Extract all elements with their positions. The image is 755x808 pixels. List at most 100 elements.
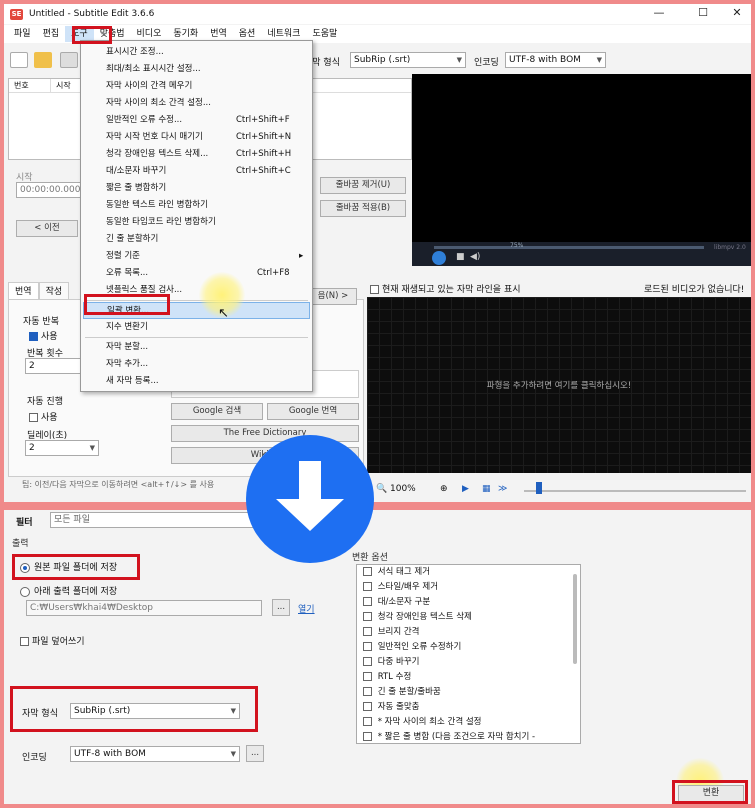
save-below-radio[interactable]: 아래 출력 폴더에 저장 <box>20 584 117 597</box>
video-seekbar[interactable] <box>434 246 704 249</box>
browse-folder-button[interactable]: ... <box>272 599 290 616</box>
prev-button[interactable]: < 이전 <box>16 220 78 237</box>
menu-file[interactable]: 파일 <box>8 26 37 42</box>
waveform-panel[interactable]: 파형을 추가하려면 여기를 클릭하십시오! <box>367 297 751 473</box>
chevron-down-icon: ▼ <box>230 707 236 715</box>
save-source-radio[interactable]: 원본 파일 폴더에 저장 <box>20 560 117 573</box>
zoom-level[interactable]: 100% <box>390 484 416 494</box>
show-current-checkbox[interactable]: 현재 재생되고 있는 자막 라인을 표시 <box>370 282 521 295</box>
delay-select[interactable]: 2 ▼ <box>25 440 99 456</box>
output-folder-input[interactable]: C:₩Users₩khai4₩Desktop <box>26 600 262 616</box>
grid-icon[interactable]: ▦ <box>482 484 491 494</box>
tab-translate[interactable]: 번역 <box>8 282 39 300</box>
volume-icon[interactable]: ◀) <box>470 252 480 262</box>
list-item[interactable]: 서식 태그 제거 <box>357 565 580 580</box>
save-source-label: 원본 파일 폴더에 저장 <box>34 563 118 573</box>
menu-item-sort-by[interactable]: 정렬 기준 ▸ <box>81 248 312 265</box>
save-below-label: 아래 출력 폴더에 저장 <box>34 587 118 597</box>
tab-create[interactable]: 작성 <box>38 282 70 300</box>
format-select[interactable]: SubRip (.srt) ▼ <box>350 52 466 68</box>
menu-item-fix-errors[interactable]: 일반적인 오류 수정... Ctrl+Shift+F <box>81 112 312 129</box>
convert-button[interactable]: 변환 <box>678 785 744 802</box>
open-folder-link[interactable]: 열기 <box>298 602 315 615</box>
checkbox-icon <box>363 567 372 576</box>
menu-item-merge-same-time[interactable]: 동일한 타임코드 라인 병합하기 <box>81 214 312 231</box>
list-item[interactable]: 스타일/배우 제거 <box>357 580 580 595</box>
output-label: 출력 <box>12 539 29 549</box>
list-item[interactable]: 일반적인 오류 수정하기 <box>357 640 580 655</box>
play-small-icon[interactable]: ▶ <box>462 484 469 494</box>
start-time-input[interactable]: 00:00:00.000 <box>16 182 86 198</box>
subtitle-edit-window: SE Untitled - Subtitle Edit 3.6.6 — ☐ ✕ … <box>4 4 751 502</box>
minimize-button[interactable]: — <box>652 6 666 20</box>
remove-linebreak-button[interactable]: 줄바꿈 제거(U) <box>320 177 406 194</box>
menu-item-split-subtitle[interactable]: 자막 분할... <box>81 339 312 356</box>
google-translate-button[interactable]: Google 번역 <box>267 403 359 420</box>
menu-item-exponent-convert[interactable]: 지수 변환기 <box>81 319 312 336</box>
option-label: 청각 장애인용 텍스트 삭제 <box>377 612 472 622</box>
menu-item-merge-short[interactable]: 짧은 줄 병합하기 <box>81 180 312 197</box>
zoom-out-icon[interactable]: 🔍 <box>376 484 387 494</box>
video-player[interactable]: ■ ◀) 75% libmpv 2.0 <box>412 74 751 266</box>
list-item[interactable]: * 자막 사이의 최소 간격 설정 <box>357 715 580 730</box>
format-select[interactable]: SubRip (.srt) ▼ <box>70 703 240 719</box>
encoding-more-button[interactable]: ... <box>246 745 264 762</box>
stop-icon[interactable]: ■ <box>456 252 465 262</box>
column-number[interactable]: 번호 <box>9 79 51 92</box>
menu-item-join-subtitles[interactable]: 새 자막 등록... <box>81 373 312 390</box>
conversion-options-list[interactable]: 서식 태그 제거 스타일/배우 제거 대/소문자 구분 청각 장애인용 텍스트 … <box>356 564 581 744</box>
use-label: 사용 <box>41 332 58 342</box>
zoom-in-icon[interactable]: ⊕ <box>440 484 448 494</box>
menu-item-renumber[interactable]: 자막 시작 번호 다시 매기기 Ctrl+Shift+N <box>81 129 312 146</box>
menu-item-split-long[interactable]: 긴 줄 분할하기 <box>81 231 312 248</box>
menu-item-remove-hi[interactable]: 청각 장애인용 텍스트 삭제... Ctrl+Shift+H <box>81 146 312 163</box>
options-scrollbar[interactable] <box>573 574 577 664</box>
menu-item-min-max-duration[interactable]: 최대/최소 표시시간 설정... <box>81 61 312 78</box>
maximize-button[interactable]: ☐ <box>696 6 710 20</box>
list-item[interactable]: 브리지 간격 <box>357 625 580 640</box>
list-item[interactable]: 대/소문자 구분 <box>357 595 580 610</box>
menu-item-error-list[interactable]: 오류 목록... Ctrl+F8 <box>81 265 312 282</box>
new-file-icon[interactable] <box>10 52 28 68</box>
list-item[interactable]: 긴 줄 분할/줄바꿈 <box>357 685 580 700</box>
checkbox-icon <box>363 597 372 606</box>
list-item[interactable]: 다중 바꾸기 <box>357 655 580 670</box>
menu-edit[interactable]: 편집 <box>37 26 66 42</box>
list-item[interactable]: RTL 수정 <box>357 670 580 685</box>
menu-item-min-gap[interactable]: 자막 사이의 최소 간격 설정... <box>81 95 312 112</box>
open-folder-icon[interactable] <box>34 52 52 68</box>
menu-item-label: 청각 장애인용 텍스트 삭제... <box>106 149 209 159</box>
menu-item-netflix-check[interactable]: 넷플릭스 품질 검사... <box>81 282 312 299</box>
waveform-position-slider[interactable] <box>524 490 746 492</box>
checkbox-icon <box>363 657 372 666</box>
list-item[interactable]: 자동 줄맞춤 <box>357 700 580 715</box>
auto-continue-checkbox[interactable]: 사용 <box>29 410 58 423</box>
menu-item-label: 자막 사이의 간격 메우기 <box>106 81 193 91</box>
close-button[interactable]: ✕ <box>730 6 744 20</box>
menu-item-change-casing[interactable]: 대/소문자 바꾸기 Ctrl+Shift+C <box>81 163 312 180</box>
radio-icon <box>20 586 30 597</box>
google-search-button[interactable]: Google 검색 <box>171 403 263 420</box>
save-icon[interactable] <box>60 52 78 68</box>
wave-icon[interactable]: ≫ <box>498 484 507 494</box>
auto-repeat-checkbox[interactable]: 사용 <box>29 329 58 342</box>
encoding-value: UTF-8 with BOM <box>509 55 581 65</box>
encoding-select[interactable]: UTF-8 with BOM ▼ <box>70 746 240 762</box>
menu-item-merge-same-text[interactable]: 동일한 텍스트 라인 병합하기 <box>81 197 312 214</box>
menu-item-adjust-duration[interactable]: 표시시간 조정... <box>81 44 312 61</box>
slider-thumb[interactable] <box>536 482 542 494</box>
menu-item-fill-gaps[interactable]: 자막 사이의 간격 메우기 <box>81 78 312 95</box>
mouse-cursor-icon: ↖ <box>218 306 229 321</box>
apply-linebreak-button[interactable]: 줄바꿈 적용(B) <box>320 200 406 217</box>
menu-item-batch-convert[interactable]: 일괄 변환... <box>83 302 310 319</box>
list-item[interactable]: 청각 장애인용 텍스트 삭제 <box>357 610 580 625</box>
menu-item-label: 지수 변환기 <box>106 322 148 332</box>
menu-item-append-subtitle[interactable]: 자막 추가... <box>81 356 312 373</box>
play-icon[interactable] <box>432 251 446 265</box>
encoding-select[interactable]: UTF-8 with BOM ▼ <box>505 52 606 68</box>
menu-item-label: 넷플릭스 품질 검사... <box>106 285 183 295</box>
menu-item-label: 동일한 타임코드 라인 병합하기 <box>106 217 216 227</box>
next-button[interactable]: 음(N) > <box>309 288 357 305</box>
list-item[interactable]: * 짧은 줄 병합 (다음 조건으로 자막 합치기 - <box>357 730 580 743</box>
overwrite-checkbox[interactable]: 파일 덮어쓰기 <box>20 634 85 647</box>
